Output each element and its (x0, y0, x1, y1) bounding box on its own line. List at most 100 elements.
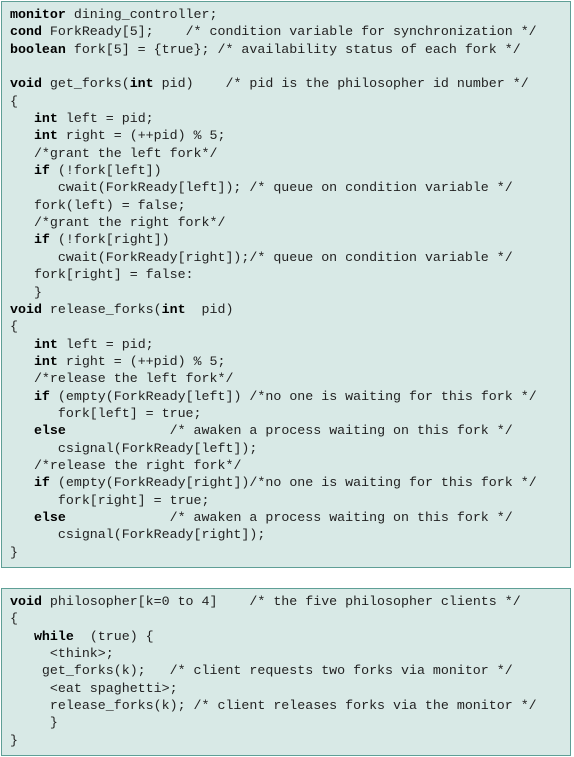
code-line: fork[left] = true; (10, 405, 570, 422)
code-line: /*release the right fork*/ (10, 457, 570, 474)
code-line: <eat spaghetti>; (10, 680, 570, 697)
code-keyword: else (33, 509, 66, 525)
code-keyword: monitor (10, 7, 66, 22)
code-line: /*grant the left fork*/ (10, 145, 570, 162)
code-line: { (10, 318, 570, 335)
code-line: } (10, 714, 570, 731)
code-text: <eat spaghetti>; (10, 680, 178, 696)
code-text: { (10, 319, 18, 335)
code-keyword: int (33, 111, 58, 127)
code-keyword: boolean (10, 41, 66, 57)
code-comment: /* queue on condition variable */ (249, 180, 513, 196)
code-text: ForkReady[5]; (41, 24, 186, 40)
code-line: } (10, 284, 570, 301)
code-text: (empty(ForkReady[left]) (49, 388, 250, 404)
code-line: int left = pid; (10, 336, 570, 353)
code-line: /*release the left fork*/ (10, 370, 570, 387)
code-line: /*grant the right fork*/ (10, 214, 570, 231)
code-line: csignal(ForkReady[left]); (10, 440, 570, 457)
code-keyword: void (10, 76, 42, 92)
code-text: release_forks(k); (10, 698, 194, 714)
code-text: cwait(ForkReady[left]); (10, 180, 250, 196)
code-text: fork[right] = true; (10, 492, 210, 508)
code-line: get_forks(k); /* client requests two for… (10, 662, 570, 679)
code-line: { (10, 610, 570, 627)
code-line: cond ForkReady[5]; /* condition variable… (10, 23, 570, 40)
code-comment: /*release the right fork*/ (33, 457, 242, 473)
code-line: else /* awaken a process waiting on this… (10, 509, 570, 526)
code-line: fork[right] = true; (10, 492, 570, 509)
code-keyword: int (33, 353, 58, 369)
code-line: void get_forks(int pid) /* pid is the ph… (10, 75, 570, 92)
code-comment: /* queue on condition variable */ (249, 249, 513, 265)
code-keyword: int (33, 336, 58, 352)
code-comment: /*grant the right fork*/ (33, 215, 226, 231)
code-keyword: if (33, 475, 50, 491)
code-text: left = pid; (57, 111, 154, 127)
code-line: if (empty(ForkReady[right])/*no one is w… (10, 474, 570, 491)
code-keyword: else (33, 423, 66, 439)
code-line: } (10, 732, 570, 749)
code-comment: /* awaken a process waiting on this fork… (169, 509, 513, 525)
code-line: release_forks(k); /* client releases for… (10, 697, 570, 714)
code-line: int right = (++pid) % 5; (10, 127, 570, 144)
code-text: fork(left) = false; (10, 197, 186, 213)
code-text: { (10, 611, 18, 627)
code-line: fork(left) = false; (10, 197, 570, 214)
code-line: if (!fork[left]) (10, 162, 570, 179)
code-line: cwait(ForkReady[right]);/* queue on cond… (10, 249, 570, 266)
code-line: <think>; (10, 645, 570, 662)
code-text: fork[5] = {true}; (65, 41, 218, 57)
code-keyword: int (33, 128, 58, 144)
code-comment: /* client releases forks via the monitor… (193, 698, 537, 714)
code-text: left = pid; (57, 336, 154, 352)
code-text: <think>; (10, 646, 114, 662)
code-text: } (10, 715, 58, 731)
code-line: boolean fork[5] = {true}; /* availabilit… (10, 41, 570, 58)
code-keyword: if (33, 163, 50, 179)
code-comment: /* pid is the philosopher id number */ (225, 76, 529, 92)
code-line: void release_forks(int pid) (10, 301, 570, 318)
code-line: int right = (++pid) % 5; (10, 353, 570, 370)
code-text: csignal(ForkReady[left]); (10, 440, 258, 456)
code-line: cwait(ForkReady[left]); /* queue on cond… (10, 179, 570, 196)
code-keyword: void (10, 594, 42, 609)
code-text: (empty(ForkReady[right]) (49, 475, 250, 491)
code-keyword: if (33, 232, 50, 248)
code-text: release_forks( (41, 301, 162, 317)
code-text: (!fork[left]) (49, 163, 162, 179)
code-comment: /* availability status of each fork */ (217, 41, 521, 57)
code-text: right = (++pid) % 5; (57, 353, 226, 369)
code-line: if (empty(ForkReady[left]) /*no one is w… (10, 388, 570, 405)
code-line: { (10, 93, 570, 110)
code-comment: /* awaken a process waiting on this fork… (169, 423, 513, 439)
code-text: pid) (153, 76, 226, 92)
code-keyword: cond (10, 24, 42, 40)
code-text: fork[left] = true; (10, 405, 202, 421)
code-line: int left = pid; (10, 110, 570, 127)
code-comment: /*no one is waiting for this fork */ (249, 475, 537, 491)
code-text: csignal(ForkReady[right]); (10, 527, 266, 543)
code-comment: /*release the left fork*/ (33, 371, 234, 387)
code-text: } (10, 284, 42, 300)
code-keyword: if (33, 388, 50, 404)
code-line: csignal(ForkReady[right]); (10, 526, 570, 543)
code-text: cwait(ForkReady[right]); (10, 249, 250, 265)
philosopher-code-block: void philosopher[k=0 to 4] /* the five p… (1, 588, 571, 756)
code-keyword: int (129, 76, 154, 92)
code-text: philosopher[k=0 to 4] (41, 594, 250, 609)
code-keyword: while (33, 628, 74, 644)
